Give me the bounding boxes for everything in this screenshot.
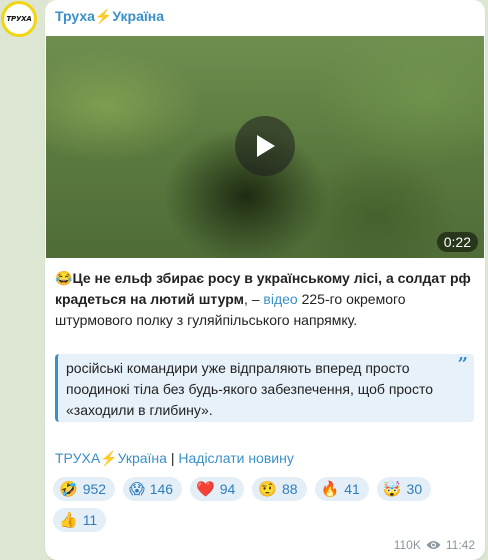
reaction-exploding-head[interactable]: 🤯 30 xyxy=(376,477,432,501)
raised-eyebrow-icon: 🤨 xyxy=(258,479,277,498)
fire-icon: 🔥 xyxy=(320,479,340,498)
footer-separator: | xyxy=(166,450,179,466)
scream-icon: 😱 xyxy=(129,479,145,498)
channel-avatar[interactable]: ТРУХА xyxy=(1,1,37,37)
reaction-count: 30 xyxy=(406,481,423,497)
view-count: 110K xyxy=(393,538,421,552)
video-link[interactable]: відео xyxy=(263,291,297,307)
video-preview[interactable]: 0:22 xyxy=(46,36,484,258)
reaction-rofl[interactable]: 🤣 952 xyxy=(53,477,116,501)
heart-icon: ❤️ xyxy=(196,479,215,498)
reaction-heart[interactable]: ❤️ 94 xyxy=(190,477,245,501)
message-time: 11:42 xyxy=(445,538,475,552)
message-dash: , – xyxy=(243,291,264,307)
reaction-scream[interactable]: 😱 146 xyxy=(123,477,183,501)
play-button[interactable] xyxy=(235,116,295,176)
channel-name[interactable]: Труха⚡Україна xyxy=(55,7,164,25)
play-icon xyxy=(257,135,275,157)
reaction-count: 94 xyxy=(219,481,236,497)
reactions-bar: 🤣 952 😱 146 ❤️ 94 🤨 88 🔥 41 🤯 30 👍 11 xyxy=(53,477,481,532)
laughing-emoji: 😂 xyxy=(55,270,73,286)
message-meta: 110K 11:42 xyxy=(394,538,475,552)
message-bubble: Труха⚡Україна 0:22 😂Це не ельф збирає ро… xyxy=(45,0,485,560)
message-text: 😂Це не ельф збирає росу в українському л… xyxy=(55,268,475,331)
reaction-fire[interactable]: 🔥 41 xyxy=(314,477,369,501)
quote-text: російські командири уже відпраляють впер… xyxy=(66,360,434,418)
reaction-count: 952 xyxy=(82,481,107,497)
rofl-icon: 🤣 xyxy=(59,479,78,498)
reaction-count: 88 xyxy=(282,481,298,497)
avatar-logo-text: ТРУХА xyxy=(6,15,32,23)
footer-links: ТРУХА⚡Україна | Надіслати новину xyxy=(55,448,294,468)
reaction-thumbs-up[interactable]: 👍 11 xyxy=(53,508,107,532)
quote-mark-icon: ” xyxy=(457,354,468,375)
reaction-count: 41 xyxy=(344,481,360,497)
reaction-count: 11 xyxy=(82,512,98,528)
video-duration: 0:22 xyxy=(436,232,478,252)
eye-icon xyxy=(426,541,441,549)
reaction-count: 146 xyxy=(149,481,174,497)
thumbs-up-icon: 👍 xyxy=(59,510,78,529)
reaction-raised-eyebrow[interactable]: 🤨 88 xyxy=(252,477,307,501)
channel-link[interactable]: ТРУХА⚡Україна xyxy=(55,450,167,466)
blockquote: російські командири уже відпраляють впер… xyxy=(55,354,474,422)
exploding-head-icon: 🤯 xyxy=(382,479,402,498)
submit-news-link[interactable]: Надіслати новину xyxy=(178,450,293,466)
